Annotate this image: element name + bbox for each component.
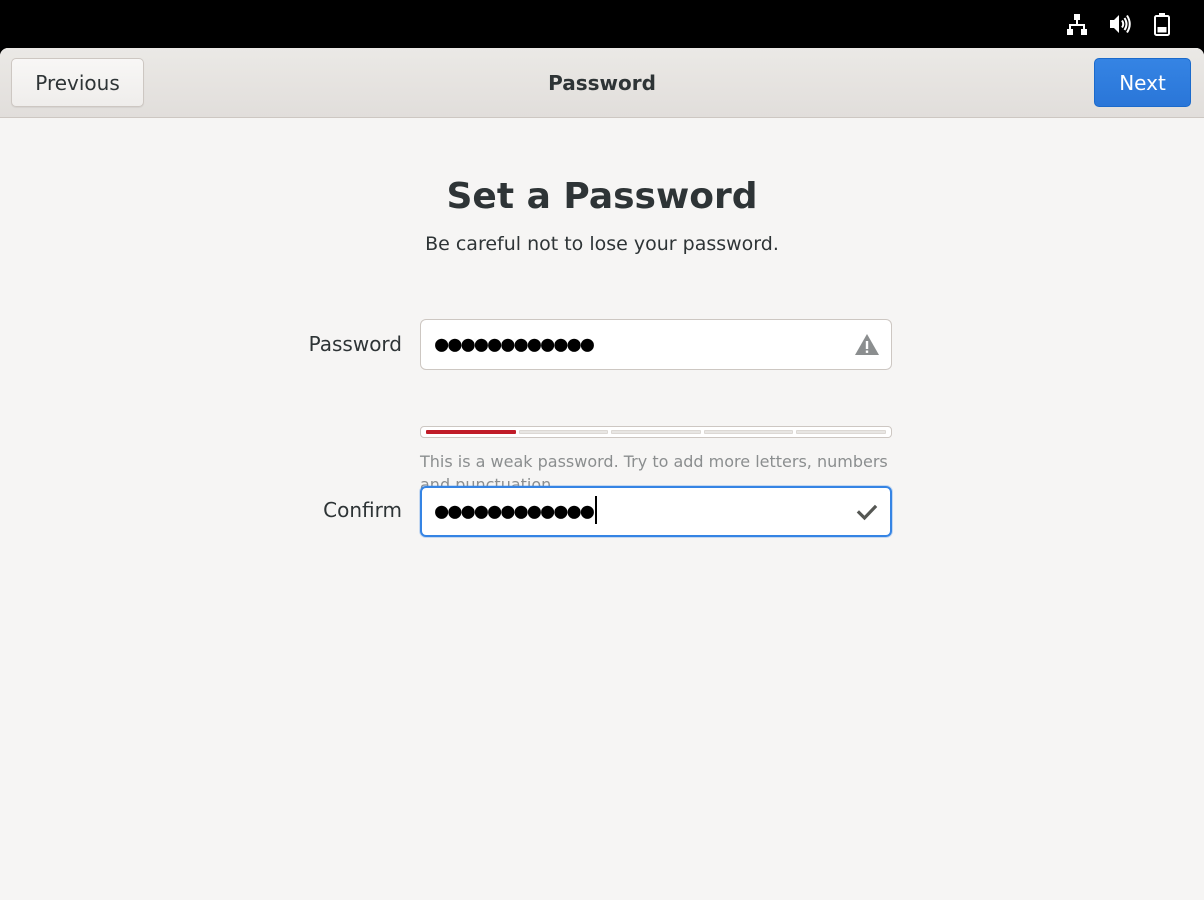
confirm-password-field[interactable]: ●●●●●●●●●●●● <box>420 486 892 537</box>
page-subtitle: Be careful not to lose your password. <box>425 233 779 255</box>
confirm-label: Confirm <box>323 498 402 522</box>
system-top-bar <box>0 0 1204 48</box>
header-title: Password <box>548 71 656 95</box>
checkmark-icon <box>854 499 880 525</box>
battery-icon[interactable] <box>1150 12 1174 36</box>
warning-icon <box>854 332 880 358</box>
network-icon[interactable] <box>1065 12 1089 36</box>
setup-window: Previous Password Next Set a Password Be… <box>0 48 1204 900</box>
strength-segment <box>796 430 886 434</box>
password-field[interactable]: ●●●●●●●●●●●● <box>420 319 892 370</box>
previous-button[interactable]: Previous <box>11 58 144 107</box>
next-button[interactable]: Next <box>1094 58 1191 107</box>
text-cursor <box>594 496 597 524</box>
strength-segment <box>426 430 516 434</box>
password-label: Password <box>308 332 402 356</box>
strength-segment <box>518 430 609 434</box>
strength-segment <box>611 430 701 434</box>
volume-icon[interactable] <box>1108 12 1132 36</box>
header-bar: Previous Password Next <box>0 48 1204 118</box>
password-strength-meter <box>420 426 892 438</box>
page-title: Set a Password <box>446 176 758 217</box>
password-value: ●●●●●●●●●●●● <box>435 332 594 357</box>
strength-segment <box>703 430 794 434</box>
confirm-value: ●●●●●●●●●●●● <box>435 488 597 535</box>
